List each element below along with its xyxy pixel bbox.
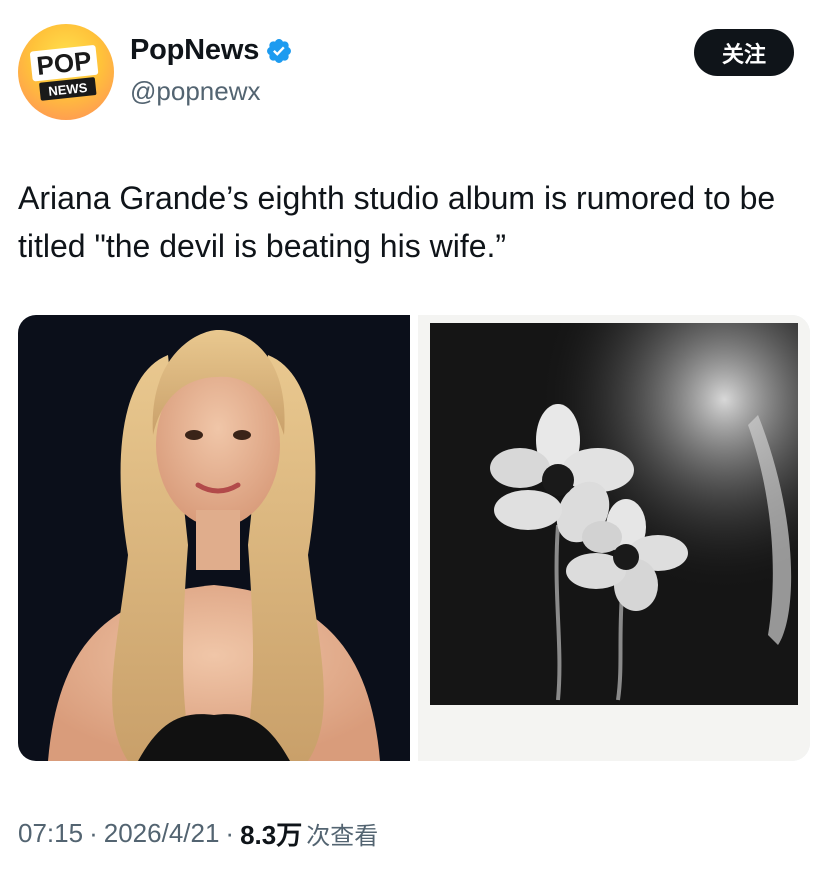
- avatar[interactable]: POP NEWS: [18, 24, 114, 120]
- meta-separator: ·: [89, 818, 98, 848]
- media-divider: [410, 315, 418, 761]
- svg-text:POP: POP: [35, 45, 93, 81]
- popnews-logo-icon: POP NEWS: [29, 45, 99, 101]
- verified-badge-icon: [267, 38, 292, 63]
- media-grid: [18, 315, 810, 761]
- view-count[interactable]: 8.3万: [240, 815, 302, 852]
- portrait-photo-icon: [18, 315, 410, 761]
- media-image-portrait[interactable]: [18, 315, 410, 761]
- tweet-date[interactable]: 2026/4/21: [104, 818, 220, 849]
- tweet-time[interactable]: 07:15: [18, 818, 83, 849]
- view-count-label: 次查看: [306, 822, 379, 850]
- display-name[interactable]: PopNews: [130, 34, 293, 67]
- media-image-flowers[interactable]: [418, 315, 810, 761]
- follow-button[interactable]: 关注: [694, 29, 794, 76]
- display-name-label[interactable]: PopNews: [130, 34, 259, 67]
- tweet-text: Ariana Grande’s eighth studio album is r…: [18, 180, 776, 264]
- tweet-meta: 07:15 · 2026/4/21 · 8.3万 次查看: [18, 815, 378, 852]
- meta-separator: ·: [225, 818, 235, 848]
- account-handle[interactable]: @popnewx: [130, 76, 260, 107]
- flower-polaroid-photo-icon: [418, 315, 810, 761]
